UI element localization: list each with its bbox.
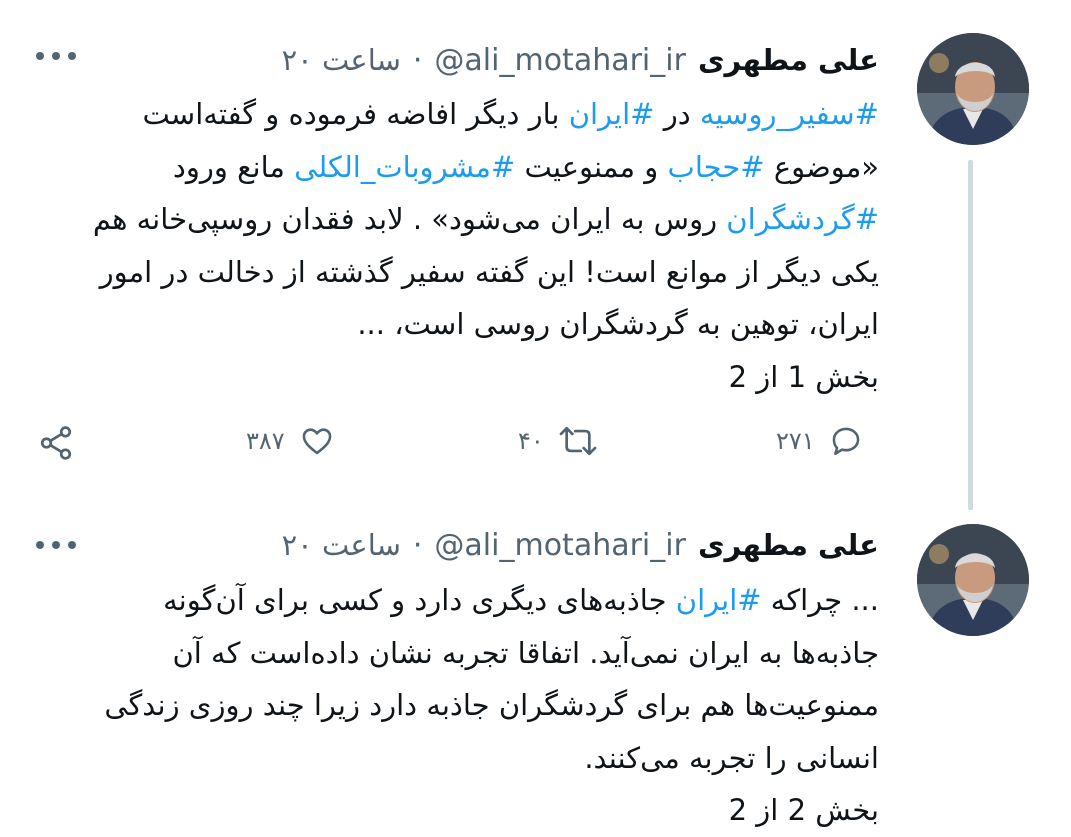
tweet-text-line: بخش 1 از 2 bbox=[39, 351, 879, 404]
tweet-text-segment: جاذبه‌ها به ایران نمی‌آید. اتفاقا تجربه … bbox=[172, 635, 879, 670]
tweet-text: ... چراکه #ایران جاذبه‌های دیگری دارد و … bbox=[39, 574, 879, 837]
tweet-text-line: جاذبه‌ها به ایران نمی‌آید. اتفاقا تجربه … bbox=[39, 627, 879, 680]
hashtag-link[interactable]: #مشروبات_الکلی bbox=[294, 150, 515, 184]
tweet-text-segment: «موضوع bbox=[764, 149, 879, 184]
author-name[interactable]: علی مطهری bbox=[698, 43, 879, 77]
tweet-header: علی مطهری @ali_motahari_ir · ۲۰ ساعت bbox=[282, 525, 879, 565]
tweet-text-segment: بخش 1 از 2 bbox=[728, 359, 879, 394]
retweet-count: ۴۰ bbox=[518, 427, 544, 455]
tweet-header: علی مطهری @ali_motahari_ir · ۲۰ ساعت bbox=[282, 40, 879, 80]
more-icon[interactable] bbox=[36, 46, 76, 66]
timestamp[interactable]: ۲۰ ساعت bbox=[282, 43, 401, 77]
reply-button[interactable]: ۲۷۱ bbox=[776, 424, 863, 458]
tweet-text-segment: ایران، توهین به گردشگران روسی است، ... bbox=[357, 307, 879, 341]
tweet-text-segment: یکی دیگر از موانع است! این گفته سفیر گذش… bbox=[99, 254, 879, 289]
tweet-text-segment: روس به ایران می‌شود» . لابد فقدان روسپی‌… bbox=[92, 202, 727, 236]
author-name[interactable]: علی مطهری bbox=[698, 528, 879, 562]
tweet-text-line: ... چراکه #ایران جاذبه‌های دیگری دارد و … bbox=[39, 574, 879, 627]
author-handle[interactable]: @ali_motahari_ir bbox=[434, 528, 686, 563]
author-handle[interactable]: @ali_motahari_ir bbox=[434, 43, 686, 78]
tweet-text-segment: انسانی را تجربه می‌کنند. bbox=[584, 740, 879, 775]
tweet-text-segment: ممنوعیت‌ها هم برای گردشگران جاذبه دارد ز… bbox=[104, 688, 879, 722]
tweet-text-line: یکی دیگر از موانع است! این گفته سفیر گذش… bbox=[39, 246, 879, 299]
tweet-text-segment: و ممنوعیت bbox=[515, 149, 668, 184]
tweet-text-line: #گردشگران روس به ایران می‌شود» . لابد فق… bbox=[39, 193, 879, 246]
tweet-text-line: ایران، توهین به گردشگران روسی است، ... bbox=[39, 298, 879, 351]
separator-dot: · bbox=[412, 42, 423, 78]
hashtag-link[interactable]: #ایران bbox=[569, 97, 655, 131]
share-button[interactable] bbox=[36, 424, 76, 462]
retweet-button[interactable]: ۴۰ bbox=[518, 424, 598, 458]
tweet-text-segment: جاذبه‌های دیگری دارد و کسی برای آن‌گونه bbox=[163, 583, 676, 617]
thread-connector-line bbox=[968, 160, 973, 510]
avatar[interactable] bbox=[917, 33, 1029, 145]
tweet-text-line: بخش 2 از 2 bbox=[39, 784, 879, 837]
avatar-photo bbox=[917, 524, 1029, 636]
timestamp[interactable]: ۲۰ ساعت bbox=[282, 528, 401, 562]
reply-icon bbox=[832, 427, 859, 456]
tweet-text-segment: بخش 2 از 2 bbox=[728, 793, 879, 827]
tweet-text-line: انسانی را تجربه می‌کنند. bbox=[39, 732, 879, 785]
tweet-text-segment: بار دیگر افاضه فرموده و گفته‌است bbox=[142, 97, 569, 131]
hashtag-link[interactable]: #حجاب bbox=[668, 150, 765, 184]
like-button[interactable]: ۳۸۷ bbox=[246, 424, 335, 458]
tweet-text-line: ممنوعیت‌ها هم برای گردشگران جاذبه دارد ز… bbox=[39, 679, 879, 732]
share-icon bbox=[40, 426, 72, 460]
tweet-text-line: #سفیر_روسیه در #ایران بار دیگر افاضه فرم… bbox=[39, 88, 879, 141]
tweet-text-segment: در bbox=[654, 97, 700, 131]
avatar[interactable] bbox=[917, 524, 1029, 636]
reply-count: ۲۷۱ bbox=[776, 427, 815, 455]
like-count: ۳۸۷ bbox=[246, 427, 285, 455]
tweet-actions: ۲۷۱ ۴۰ ۳۸۷ bbox=[0, 412, 900, 468]
tweet-text-line: «موضوع #حجاب و ممنوعیت #مشروبات_الکلی ما… bbox=[39, 141, 879, 194]
more-icon[interactable] bbox=[36, 535, 76, 555]
tweet-text: #سفیر_روسیه در #ایران بار دیگر افاضه فرم… bbox=[39, 88, 879, 403]
hashtag-link[interactable]: #گردشگران bbox=[726, 202, 879, 236]
avatar-photo bbox=[917, 33, 1029, 145]
separator-dot: · bbox=[412, 527, 423, 563]
tweet-text-segment: ... چراکه bbox=[761, 583, 879, 617]
tweet-text-segment: مانع ورود bbox=[172, 149, 295, 184]
hashtag-link[interactable]: #سفیر_روسیه bbox=[700, 97, 879, 131]
like-icon bbox=[302, 428, 331, 455]
retweet-icon bbox=[559, 426, 597, 456]
hashtag-link[interactable]: #ایران bbox=[676, 583, 762, 617]
